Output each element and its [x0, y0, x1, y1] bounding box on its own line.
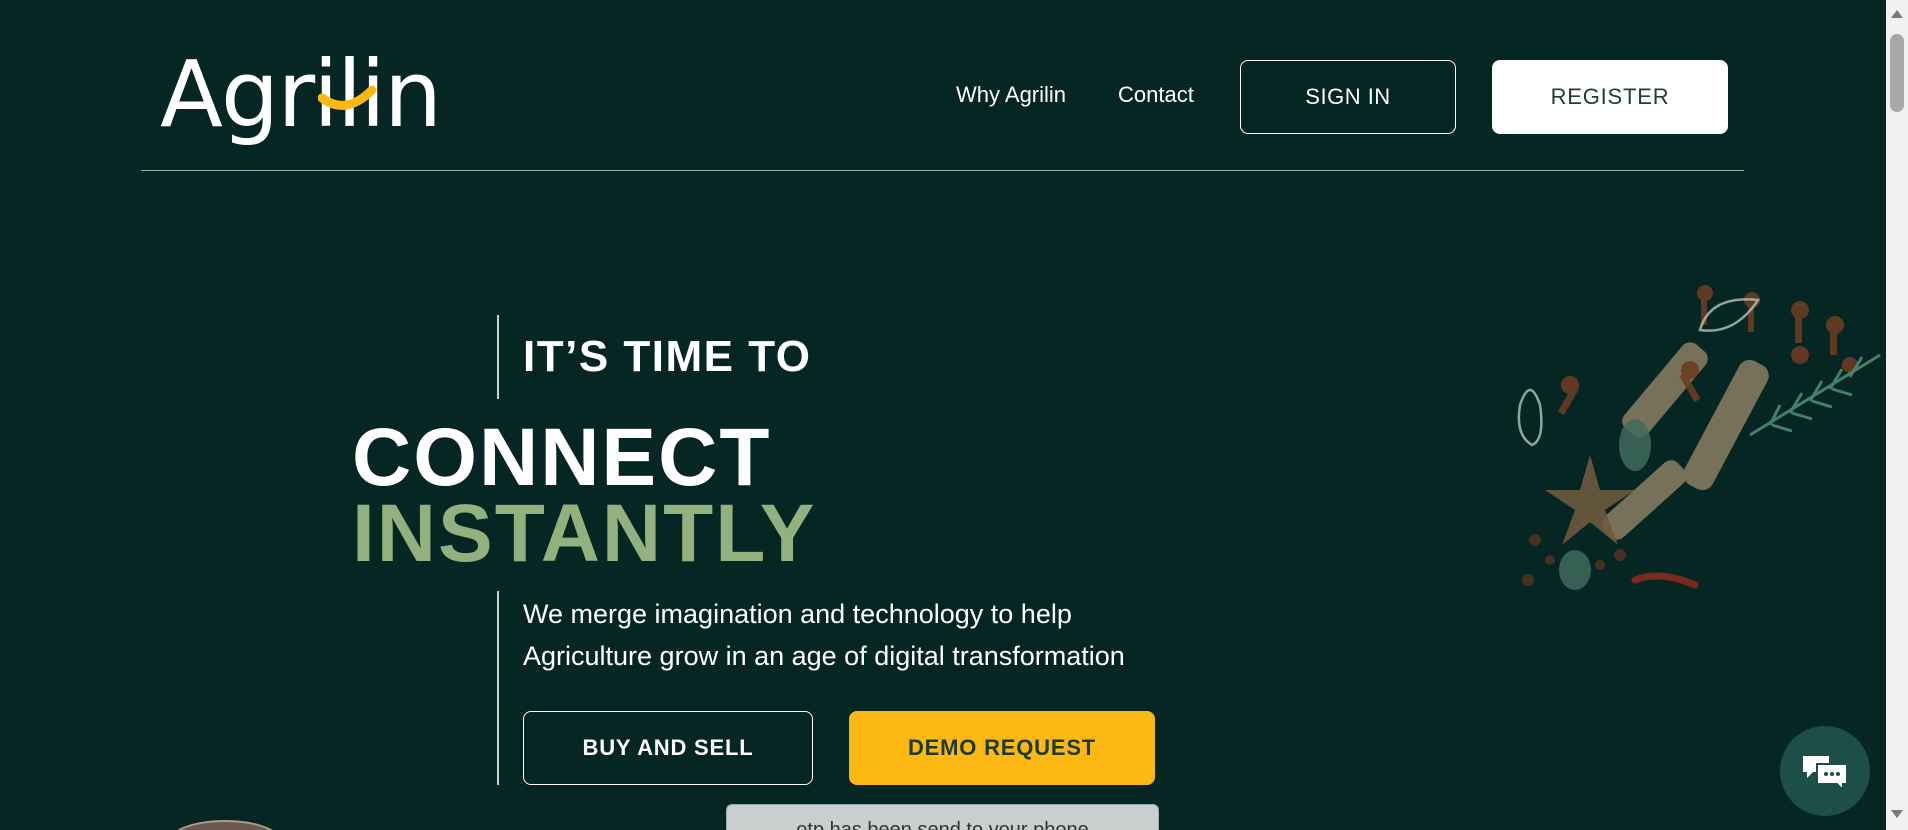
kicker-divider — [497, 315, 499, 399]
logo[interactable]: Agrilin — [160, 40, 460, 150]
nav-why-agrilin[interactable]: Why Agrilin — [956, 82, 1066, 108]
spices-illustration — [1517, 285, 1881, 590]
sign-in-button[interactable]: SIGN IN — [1240, 60, 1456, 134]
otp-toast: otp has been send to your phone — [726, 804, 1159, 830]
scroll-down-icon[interactable] — [1891, 810, 1903, 818]
hero-headline-instantly: INSTANTLY — [352, 488, 817, 579]
avatar — [170, 820, 280, 830]
hero-subtext-line2: Agriculture grow in an age of digital tr… — [523, 641, 1125, 671]
page: Agrilin Why Agrilin Contact SIGN IN REGI… — [0, 0, 1886, 830]
page-scrollbar[interactable] — [1886, 0, 1908, 830]
subtext-divider — [497, 591, 499, 785]
buy-and-sell-button[interactable]: BUY AND SELL — [523, 711, 813, 785]
hero-subtext-line1: We merge imagination and technology to h… — [523, 599, 1072, 629]
site-header: Agrilin Why Agrilin Contact SIGN IN REGI… — [141, 0, 1744, 171]
scroll-thumb[interactable] — [1890, 34, 1904, 112]
logo-smile-icon — [318, 85, 377, 110]
hero-kicker: IT’S TIME TO — [523, 332, 812, 381]
nav-contact[interactable]: Contact — [1118, 82, 1194, 108]
demo-request-button[interactable]: DEMO REQUEST — [849, 711, 1155, 785]
chat-button[interactable] — [1780, 726, 1870, 816]
toast-text: otp has been send to your phone — [796, 819, 1089, 830]
hero-subtext: We merge imagination and technology to h… — [523, 593, 1203, 677]
logo-text: Agrilin — [160, 41, 442, 148]
register-button[interactable]: REGISTER — [1492, 60, 1728, 134]
scroll-up-icon[interactable] — [1891, 10, 1903, 18]
chat-bubble-icon — [1803, 756, 1848, 792]
